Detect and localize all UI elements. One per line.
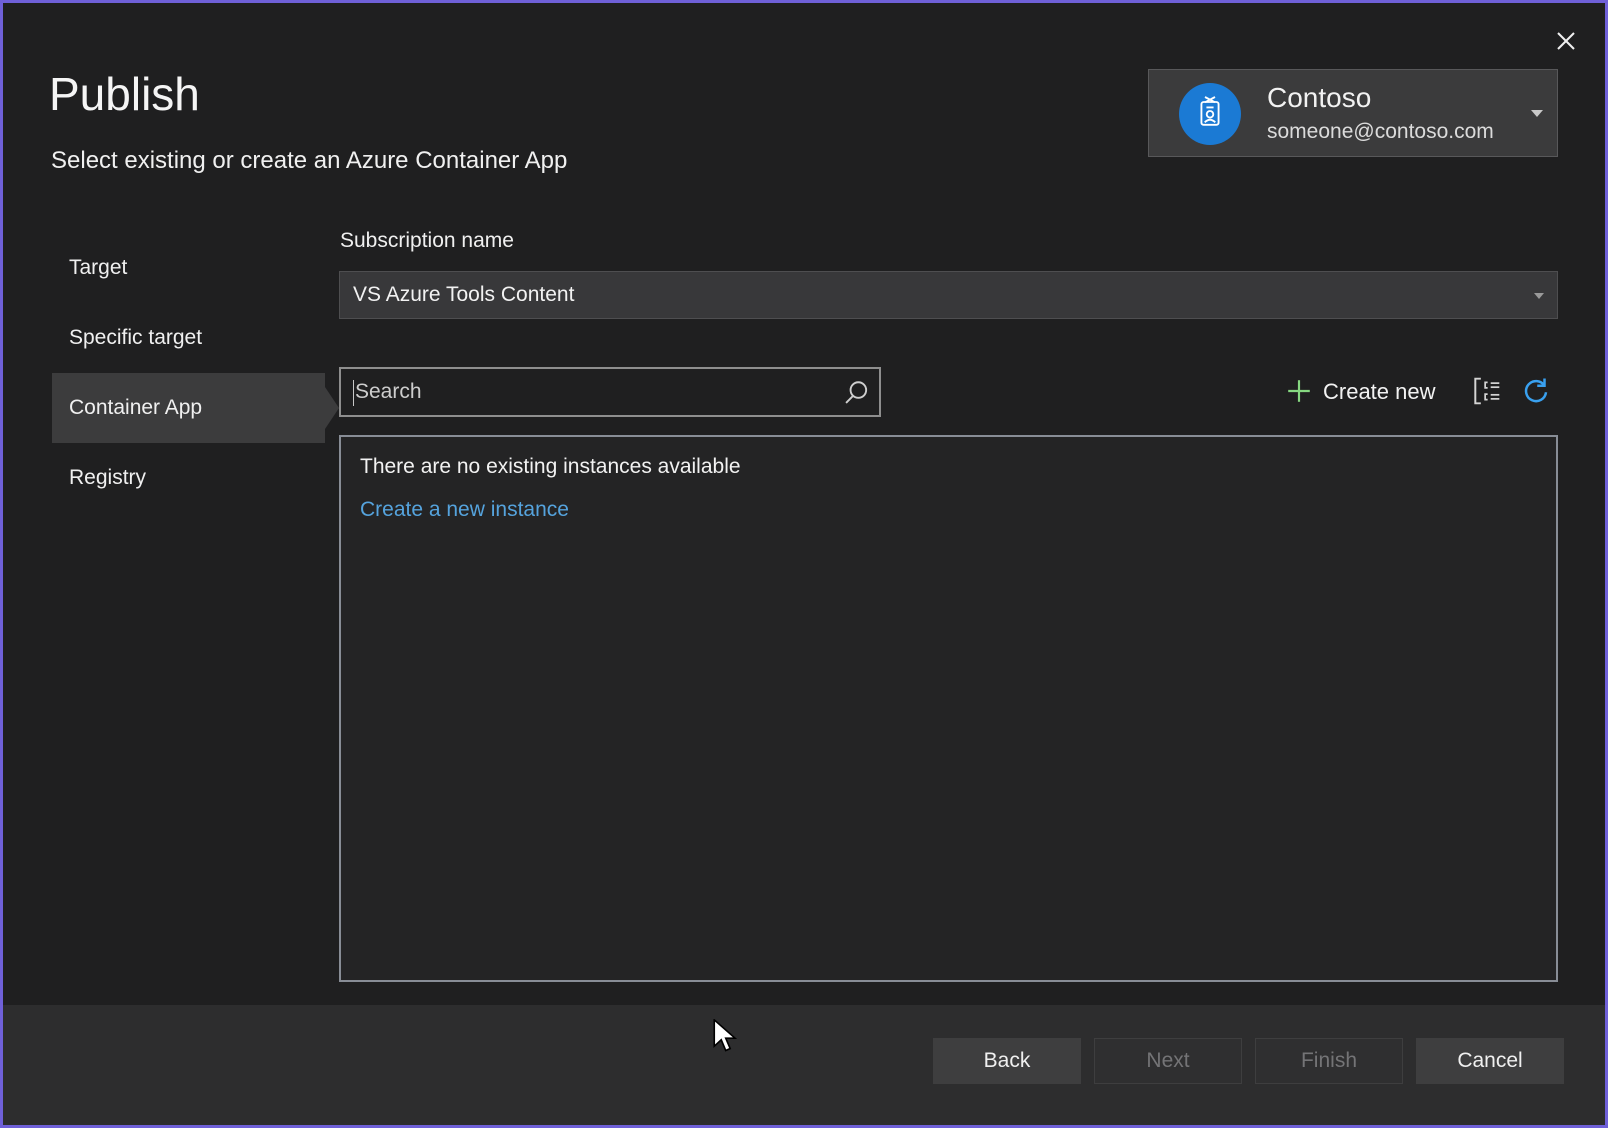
create-new-label: Create new: [1323, 379, 1436, 405]
plus-icon: [1287, 379, 1311, 406]
account-selector[interactable]: Contoso someone@contoso.com: [1148, 69, 1558, 157]
account-name: Contoso: [1267, 82, 1371, 114]
chevron-down-icon: [1531, 110, 1543, 117]
create-new-instance-link[interactable]: Create a new instance: [360, 498, 569, 522]
cancel-button[interactable]: Cancel: [1416, 1038, 1564, 1084]
id-badge-icon: [1190, 92, 1230, 137]
sidebar-item-specific-target[interactable]: Specific target: [52, 303, 325, 373]
back-button[interactable]: Back: [933, 1038, 1081, 1084]
text-caret: [353, 380, 354, 406]
sidebar-item-container-app[interactable]: Container App: [52, 373, 325, 443]
empty-state-message: There are no existing instances availabl…: [360, 455, 741, 479]
search-icon: [843, 380, 869, 411]
search-box: [339, 367, 881, 417]
sidebar-item-label: Container App: [69, 396, 202, 420]
refresh-button[interactable]: [1518, 373, 1552, 407]
page-subtitle: Select existing or create an Azure Conta…: [51, 147, 567, 175]
group-by-icon: [1471, 375, 1503, 410]
sidebar-item-label: Target: [69, 256, 127, 280]
create-new-button[interactable]: Create new: [1287, 367, 1436, 417]
group-by-button[interactable]: [1469, 374, 1505, 410]
sidebar-item-target[interactable]: Target: [52, 233, 325, 303]
subscription-selected-value: VS Azure Tools Content: [340, 283, 574, 307]
refresh-icon: [1520, 374, 1550, 407]
subscription-label: Subscription name: [340, 229, 514, 253]
page-title: Publish: [49, 67, 200, 121]
instances-list-panel: There are no existing instances availabl…: [339, 435, 1558, 982]
close-button[interactable]: [1549, 25, 1583, 59]
avatar: [1179, 83, 1241, 145]
dialog-footer: Back Next Finish Cancel: [3, 1005, 1605, 1125]
footer-buttons: Back Next Finish Cancel: [933, 1038, 1564, 1084]
wizard-steps: Target Specific target Container App Reg…: [52, 233, 325, 513]
publish-dialog: Publish Select existing or create an Azu…: [0, 0, 1608, 1128]
close-icon: [1554, 29, 1578, 56]
subscription-dropdown[interactable]: VS Azure Tools Content: [339, 271, 1558, 319]
sidebar-item-label: Specific target: [69, 326, 202, 350]
sidebar-item-label: Registry: [69, 466, 146, 490]
finish-button[interactable]: Finish: [1255, 1038, 1403, 1084]
account-email: someone@contoso.com: [1267, 120, 1494, 144]
search-input[interactable]: [341, 369, 879, 415]
sidebar-item-registry[interactable]: Registry: [52, 443, 325, 513]
chevron-down-icon: [1534, 293, 1544, 299]
next-button[interactable]: Next: [1094, 1038, 1242, 1084]
